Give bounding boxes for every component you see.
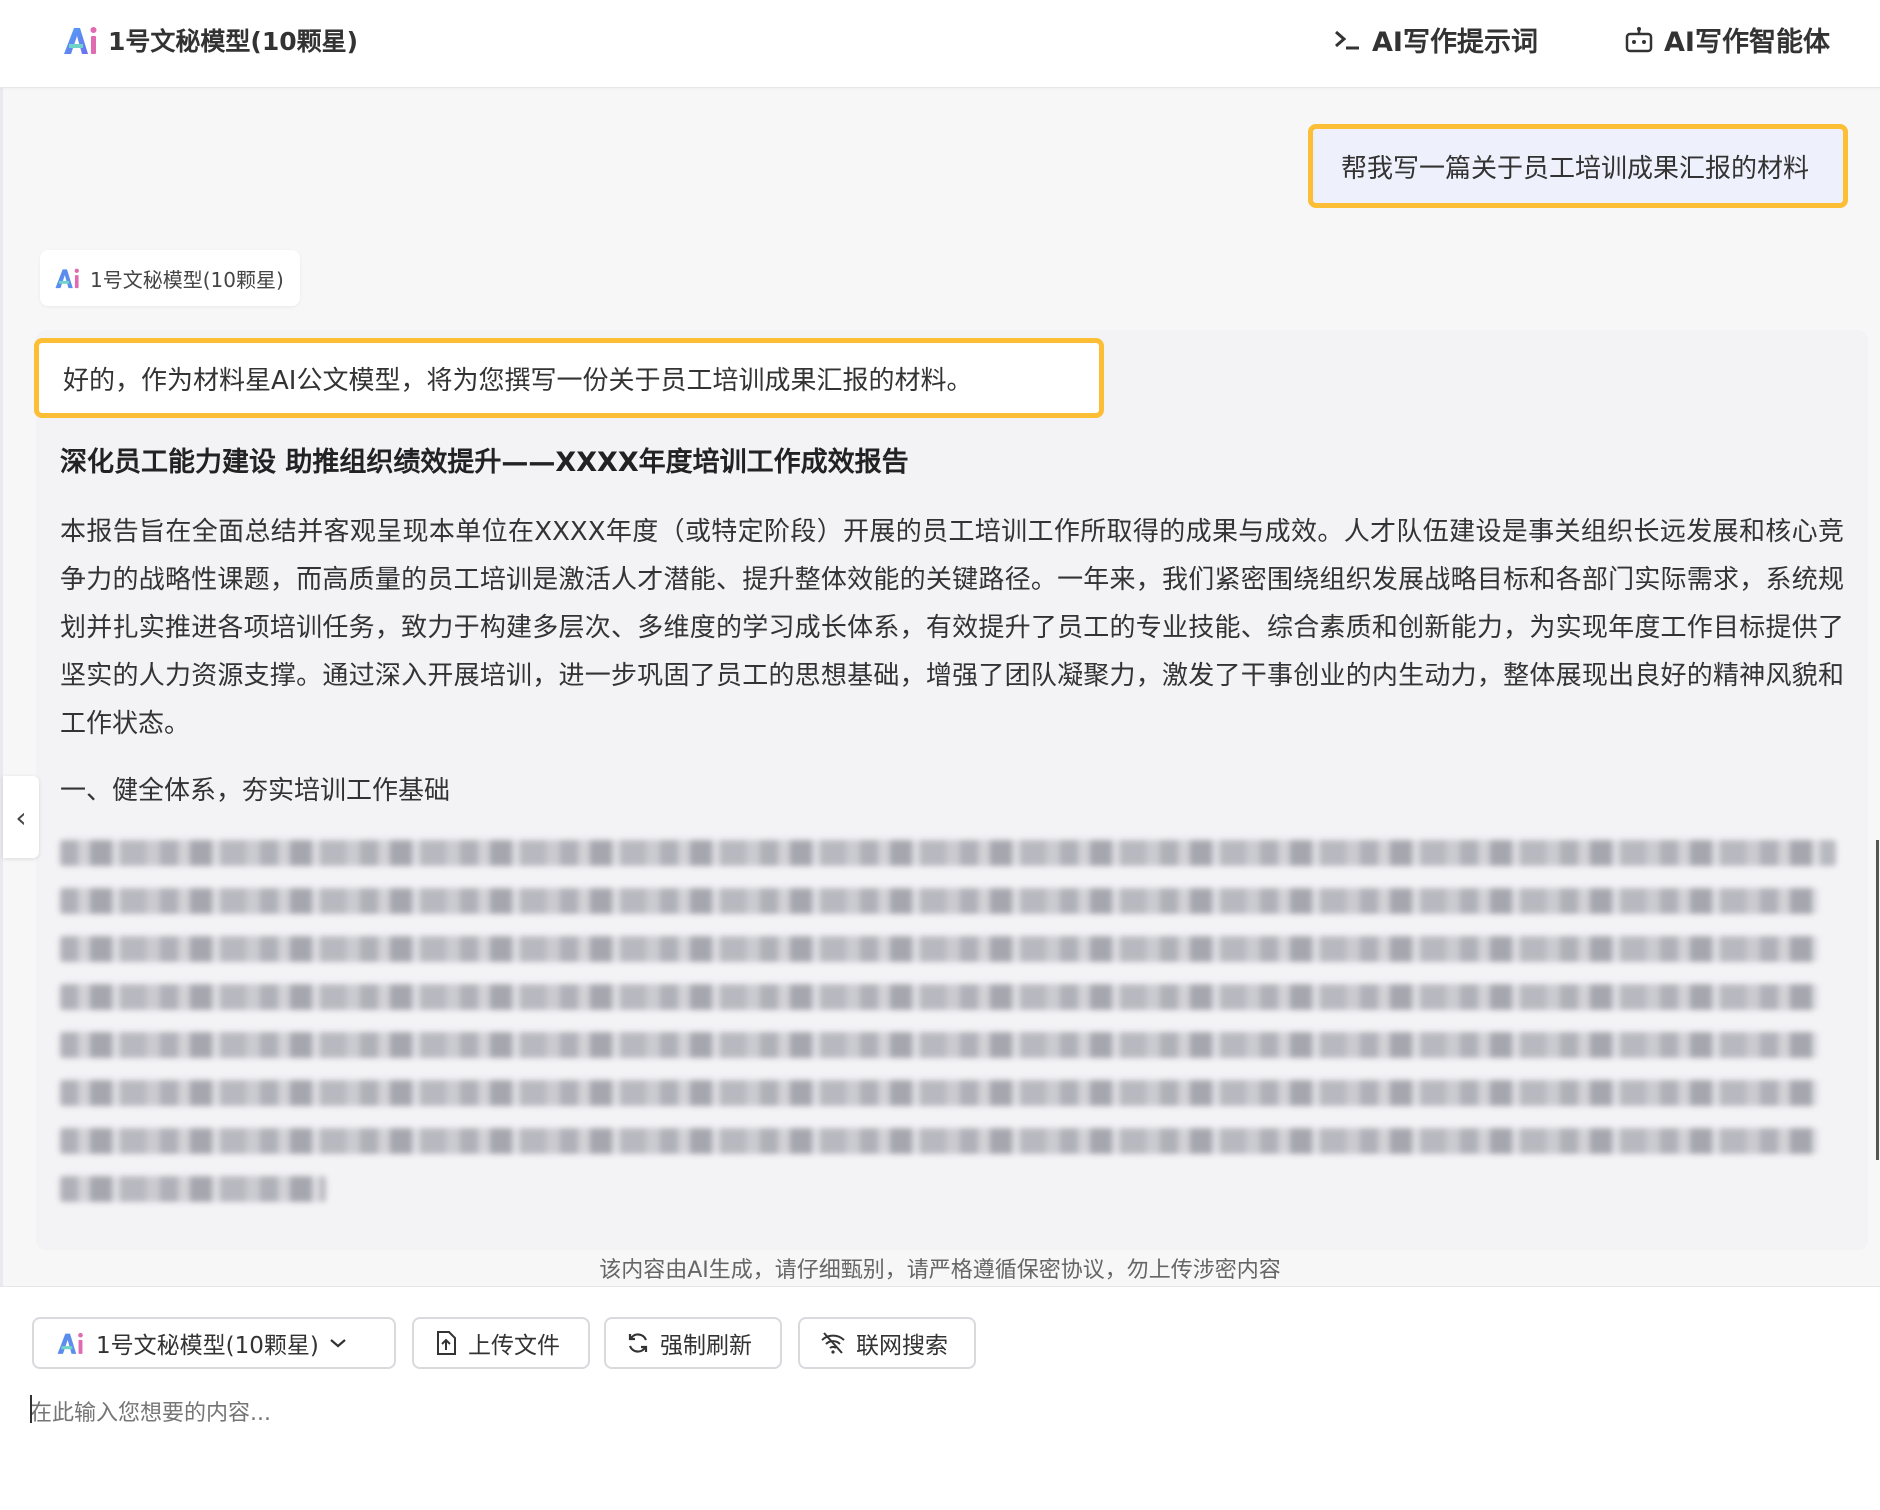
web-search-label: 联网搜索: [856, 1333, 948, 1359]
reply-intro-highlight: 好的，作为材料星AI公文模型，将为您撰写一份关于员工培训成果汇报的材料。: [34, 338, 1104, 418]
model-tag-label: 1号文秘模型(10颗星): [90, 267, 284, 292]
chevron-down-icon: [329, 1337, 347, 1349]
robot-icon: [1624, 26, 1654, 54]
report-paragraph: 本报告旨在全面总结并客观呈现本单位在XXXX年度（或特定阶段）开展的员工培训工作…: [60, 517, 1844, 739]
ai-prompt-link[interactable]: AI写作提示词: [1332, 20, 1538, 59]
force-refresh-label: 强制刷新: [660, 1333, 752, 1359]
ai-prompt-label: AI写作提示词: [1372, 27, 1538, 58]
blurred-line: [60, 1128, 1819, 1154]
refresh-icon: [626, 1331, 650, 1355]
ai-agent-label: AI写作智能体: [1664, 27, 1830, 58]
ai-logo-icon: [60, 22, 100, 58]
section-heading: 一、健全体系，夯实培训工作基础: [60, 776, 451, 806]
model-select-label: 1号文秘模型(10颗星): [96, 1333, 319, 1359]
ai-disclaimer: 该内容由AI生成，请仔细甄别，请严格遵循保密协议，勿上传涉密内容: [599, 1258, 1281, 1283]
model-select-dropdown[interactable]: 1号文秘模型(10颗星): [32, 1317, 396, 1369]
user-message-bubble: 帮我写一篇关于员工培训成果汇报的材料: [1308, 124, 1848, 208]
blurred-line: [60, 1176, 327, 1202]
top-bar: 1号文秘模型(10颗星) AI写作提示词 AI写作智能体: [0, 0, 1880, 88]
report-title: 深化员工能力建设 助推组织绩效提升——XXXX年度培训工作成效报告: [60, 447, 909, 478]
ai-agent-link[interactable]: AI写作智能体: [1624, 20, 1830, 59]
terminal-icon: [1332, 27, 1362, 53]
app-title: 1号文秘模型(10颗星): [108, 27, 359, 56]
message-input[interactable]: [30, 1395, 1850, 1485]
model-tag: 1号文秘模型(10颗星): [40, 250, 300, 306]
wifi-off-icon: [820, 1331, 846, 1355]
web-search-toggle[interactable]: 联网搜索: [798, 1317, 976, 1369]
blurred-line: [60, 936, 1819, 962]
composer-panel: 1号文秘模型(10颗星) 上传文件 强制刷新 联网搜索 在此输入您想要的内容..…: [0, 1286, 1880, 1510]
upload-file-icon: [434, 1330, 458, 1356]
reply-intro-text: 好的，作为材料星AI公文模型，将为您撰写一份关于员工培训成果汇报的材料。: [63, 365, 973, 396]
chevron-left-icon: ‹: [15, 800, 27, 834]
sidebar-collapse-toggle[interactable]: ‹: [3, 776, 39, 858]
blurred-line: [60, 1080, 1819, 1106]
ai-logo-small-icon: [54, 1329, 86, 1357]
blurred-line: [60, 840, 1836, 866]
blurred-line: [60, 1032, 1819, 1058]
upload-file-button[interactable]: 上传文件: [412, 1317, 590, 1369]
text-caret: [30, 1395, 32, 1423]
blurred-line: [60, 984, 1819, 1010]
blurred-line: [60, 888, 1819, 914]
upload-file-label: 上传文件: [468, 1333, 560, 1359]
user-message-text: 帮我写一篇关于员工培训成果汇报的材料: [1341, 153, 1810, 184]
ai-logo-small-icon: [52, 265, 82, 291]
force-refresh-button[interactable]: 强制刷新: [604, 1317, 782, 1369]
blurred-content: [60, 840, 1836, 1216]
scrollbar[interactable]: [1876, 840, 1879, 1160]
